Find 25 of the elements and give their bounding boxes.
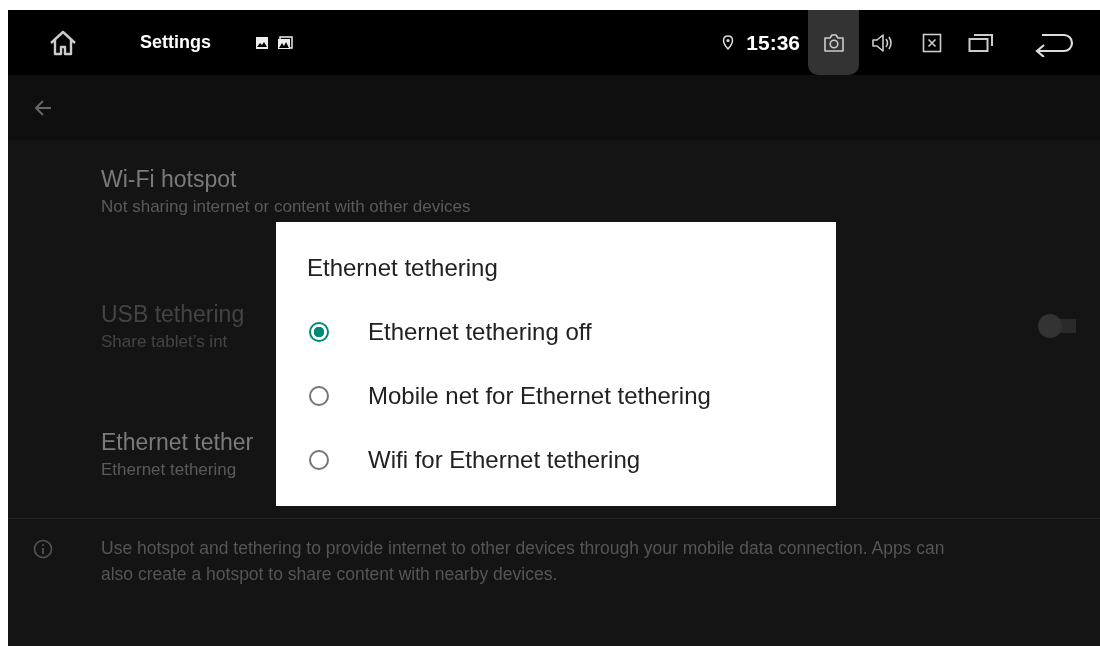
setting-summary: Ethernet tethering bbox=[101, 459, 237, 480]
recent-apps-icon[interactable] bbox=[968, 32, 994, 53]
home-icon[interactable] bbox=[48, 28, 78, 57]
radio-button[interactable] bbox=[309, 322, 329, 342]
back-arrow-icon[interactable] bbox=[33, 97, 53, 118]
camera-icon bbox=[822, 32, 845, 53]
clock-time: 15:36 bbox=[746, 30, 800, 55]
setting-summary: Not sharing internet or content with other devices bbox=[101, 197, 471, 217]
info-text: Use hotspot and tethering to provide internet to other devices through your mobile data connection. Apps can also create a hotspot to share content with nearby devices. bbox=[101, 537, 946, 586]
option-label[interactable]: Wifi for Ethernet tethering bbox=[368, 446, 641, 474]
setting-title[interactable]: Wi-Fi hotspot bbox=[101, 166, 237, 193]
dialog-title: Ethernet tethering bbox=[307, 254, 498, 282]
volume-icon[interactable] bbox=[871, 31, 895, 54]
radio-button[interactable] bbox=[309, 450, 329, 470]
screenshot-button[interactable] bbox=[808, 10, 859, 75]
gallery-icon bbox=[277, 35, 293, 50]
app-title: Settings bbox=[140, 32, 211, 53]
close-icon[interactable] bbox=[922, 32, 942, 53]
option-label[interactable]: Ethernet tethering off bbox=[368, 318, 592, 346]
location-icon bbox=[722, 34, 735, 51]
radio-button[interactable] bbox=[309, 386, 329, 406]
setting-title[interactable]: Ethernet tether bbox=[101, 428, 254, 456]
image-icon bbox=[255, 35, 269, 50]
info-icon bbox=[33, 539, 53, 559]
option-label[interactable]: Mobile net for Ethernet tethering bbox=[368, 382, 711, 410]
